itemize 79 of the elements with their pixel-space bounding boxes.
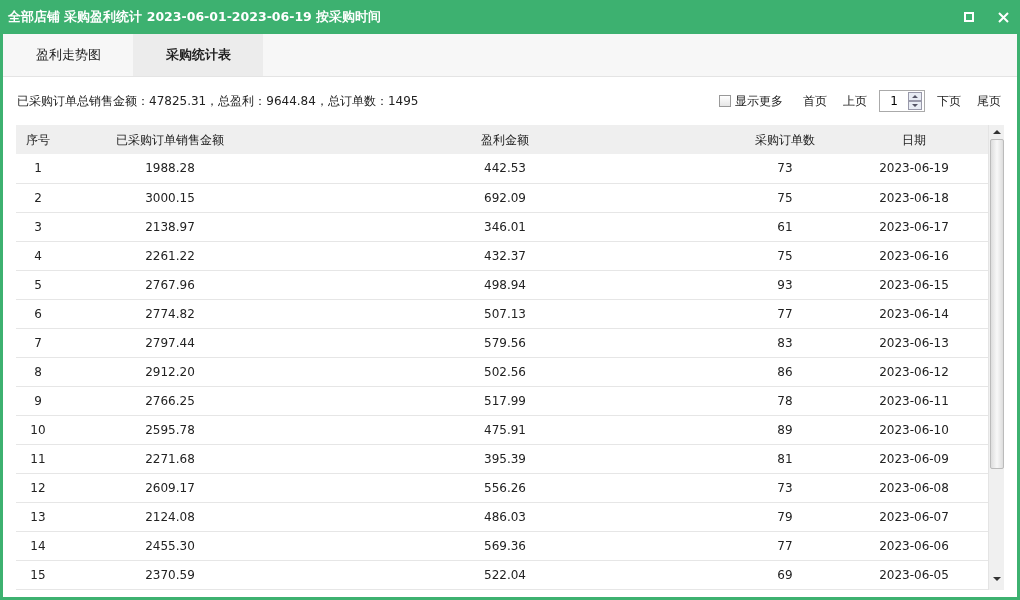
show-more-checkbox[interactable]: 显示更多 bbox=[719, 92, 783, 110]
table-cell: 15 bbox=[16, 560, 60, 589]
table-cell: 86 bbox=[730, 357, 840, 386]
table-cell: 93 bbox=[730, 270, 840, 299]
table-cell: 395.39 bbox=[280, 444, 730, 473]
table-cell: 2767.96 bbox=[60, 270, 280, 299]
column-header[interactable]: 日期 bbox=[840, 125, 988, 154]
table-cell: 502.56 bbox=[280, 357, 730, 386]
table-cell: 2797.44 bbox=[60, 328, 280, 357]
table-cell: 77 bbox=[730, 531, 840, 560]
first-page-link[interactable]: 首页 bbox=[799, 92, 831, 110]
window-title: 全部店铺 采购盈利统计 2023-06-01-2023-06-19 按采购时间 bbox=[8, 7, 383, 26]
summary-text: 已采购订单总销售金额：47825.31，总盈利：9644.84，总订单数：1495 bbox=[17, 93, 420, 110]
table-cell: 79 bbox=[730, 502, 840, 531]
table-cell: 2912.20 bbox=[60, 357, 280, 386]
table-cell: 9 bbox=[16, 386, 60, 415]
table-cell: 75 bbox=[730, 241, 840, 270]
table-cell: 579.56 bbox=[280, 328, 730, 357]
table-cell: 1988.28 bbox=[60, 154, 280, 183]
table-cell: 507.13 bbox=[280, 299, 730, 328]
table-cell: 69 bbox=[730, 560, 840, 589]
table-cell: 73 bbox=[730, 154, 840, 183]
scrollbar[interactable] bbox=[988, 125, 1004, 590]
table-cell: 61 bbox=[730, 212, 840, 241]
scroll-down-icon[interactable] bbox=[992, 575, 1001, 582]
table-cell: 346.01 bbox=[280, 212, 730, 241]
table-cell: 12 bbox=[16, 473, 60, 502]
table-cell: 83 bbox=[730, 328, 840, 357]
table-cell: 77 bbox=[730, 299, 840, 328]
table-cell: 3 bbox=[16, 212, 60, 241]
table-cell: 442.53 bbox=[280, 154, 730, 183]
table-cell: 75 bbox=[730, 183, 840, 212]
table-cell: 89 bbox=[730, 415, 840, 444]
table-cell: 2 bbox=[16, 183, 60, 212]
page-number-spinner[interactable]: 1 bbox=[879, 90, 925, 112]
table-cell: 517.99 bbox=[280, 386, 730, 415]
table-cell: 81 bbox=[730, 444, 840, 473]
table-cell: 2595.78 bbox=[60, 415, 280, 444]
table-cell: 2455.30 bbox=[60, 531, 280, 560]
table-cell: 692.09 bbox=[280, 183, 730, 212]
table-cell: 1 bbox=[16, 154, 60, 183]
table-cell: 5 bbox=[16, 270, 60, 299]
scroll-up-icon[interactable] bbox=[992, 129, 1001, 135]
table-cell: 2370.59 bbox=[60, 560, 280, 589]
tab[interactable]: 采购统计表 bbox=[133, 34, 263, 76]
table-cell: 73 bbox=[730, 473, 840, 502]
last-page-link[interactable]: 尾页 bbox=[973, 92, 1005, 110]
table-cell: 522.04 bbox=[280, 560, 730, 589]
table-cell: 13 bbox=[16, 502, 60, 531]
table-cell: 432.37 bbox=[280, 241, 730, 270]
column-header[interactable]: 采购订单数 bbox=[730, 125, 840, 154]
table-cell: 10 bbox=[16, 415, 60, 444]
table-cell: 11 bbox=[16, 444, 60, 473]
table-cell: 2261.22 bbox=[60, 241, 280, 270]
table-cell: 78 bbox=[730, 386, 840, 415]
table-cell: 2271.68 bbox=[60, 444, 280, 473]
tab[interactable]: 盈利走势图 bbox=[3, 34, 133, 76]
table-cell: 8 bbox=[16, 357, 60, 386]
table-cell: 2766.25 bbox=[60, 386, 280, 415]
table-cell: 486.03 bbox=[280, 502, 730, 531]
table-cell: 2609.17 bbox=[60, 473, 280, 502]
table-cell: 498.94 bbox=[280, 270, 730, 299]
table-cell: 2774.82 bbox=[60, 299, 280, 328]
table-cell: 3000.15 bbox=[60, 183, 280, 212]
table-cell: 2124.08 bbox=[60, 502, 280, 531]
column-header[interactable]: 序号 bbox=[16, 125, 60, 154]
column-header[interactable]: 盈利金额 bbox=[280, 125, 730, 154]
table-cell: 6 bbox=[16, 299, 60, 328]
previous-page-link[interactable]: 上页 bbox=[839, 92, 871, 110]
table-cell: 556.26 bbox=[280, 473, 730, 502]
column-header[interactable]: 已采购订单销售金额 bbox=[60, 125, 280, 154]
table-cell: 14 bbox=[16, 531, 60, 560]
table-cell: 2138.97 bbox=[60, 212, 280, 241]
next-page-link[interactable]: 下页 bbox=[933, 92, 965, 110]
spinner-arrows-icon[interactable] bbox=[908, 92, 922, 110]
table-cell: 475.91 bbox=[280, 415, 730, 444]
table-cell: 4 bbox=[16, 241, 60, 270]
table-cell: 569.36 bbox=[280, 531, 730, 560]
table-cell: 7 bbox=[16, 328, 60, 357]
